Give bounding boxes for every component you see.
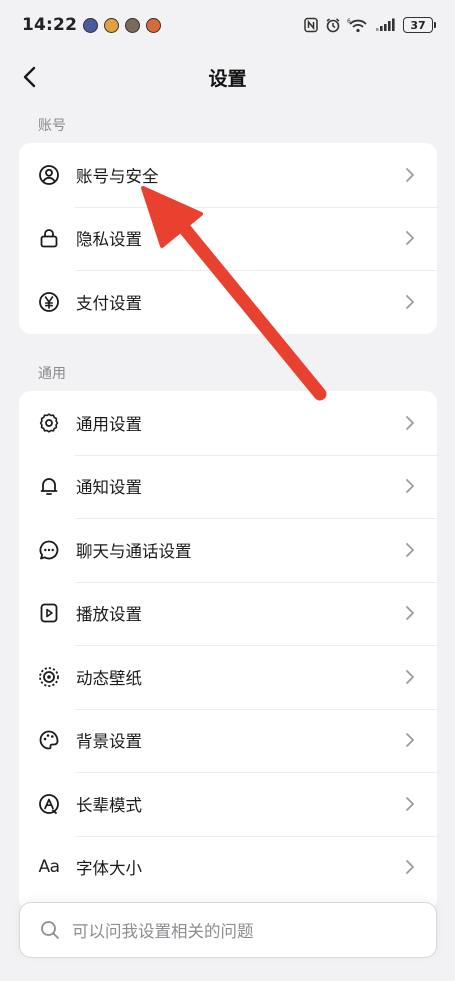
- chevron-right-icon: [405, 478, 417, 494]
- chevron-right-icon: [405, 669, 417, 685]
- settings-item-elder-mode[interactable]: 长辈模式: [19, 772, 437, 836]
- chevron-right-icon: [405, 859, 417, 875]
- cellular-signal-icon: [376, 18, 395, 31]
- notification-app-icon: [83, 17, 99, 33]
- notification-app-icon: [104, 17, 120, 33]
- chevron-right-icon: [405, 732, 417, 748]
- chevron-right-icon: [405, 796, 417, 812]
- chevron-right-icon: [405, 605, 417, 621]
- back-arrow-icon: [23, 66, 36, 88]
- settings-item-label: 通用设置: [76, 414, 142, 434]
- settings-item-label: 背景设置: [76, 732, 142, 752]
- status-right: 6 37: [303, 17, 436, 33]
- alarm-icon: [326, 18, 340, 33]
- settings-item-label: 动态壁纸: [76, 668, 142, 688]
- chevron-right-icon: [405, 230, 417, 246]
- status-time: 14:22: [22, 15, 78, 35]
- settings-item-font-size[interactable]: Aa 字体大小: [19, 835, 437, 900]
- settings-item-general[interactable]: 通用设置: [19, 391, 437, 455]
- gear-icon: [38, 412, 60, 434]
- settings-item-label: 通知设置: [76, 478, 142, 498]
- settings-item-background[interactable]: 背景设置: [19, 708, 437, 773]
- palette-icon: [38, 729, 60, 751]
- settings-item-live-wallpaper[interactable]: 动态壁纸: [19, 645, 437, 709]
- settings-item-label: 支付设置: [76, 293, 142, 313]
- settings-item-privacy[interactable]: 隐私设置: [19, 206, 437, 271]
- search-placeholder: 可以问我设置相关的问题: [72, 922, 254, 941]
- settings-item-label: 账号与安全: [76, 166, 159, 186]
- general-settings-card: 通用设置 通知设置 聊天与通话设置 播放设置 动态壁纸 背景设置 长辈模式 Aa…: [19, 391, 437, 911]
- nav-bar: 设置: [0, 52, 455, 102]
- settings-item-account-security[interactable]: 账号与安全: [19, 143, 437, 207]
- user-circle-icon: [38, 164, 60, 186]
- settings-item-payment[interactable]: 支付设置: [19, 270, 437, 334]
- section-label-account: 账号: [38, 118, 66, 134]
- status-left: 14:22: [22, 15, 162, 35]
- svg-text:6: 6: [347, 18, 351, 25]
- battery-indicator: 37: [403, 17, 436, 33]
- search-icon: [41, 921, 59, 939]
- back-button[interactable]: [14, 62, 44, 92]
- page-title: 设置: [208, 67, 247, 90]
- font-size-icon: Aa: [38, 856, 60, 878]
- chevron-right-icon: [405, 167, 417, 183]
- elder-mode-icon: [38, 793, 60, 815]
- notification-app-icon: [125, 17, 141, 33]
- settings-item-notifications[interactable]: 通知设置: [19, 454, 437, 519]
- notification-app-icon: [146, 17, 162, 33]
- yuan-icon: [38, 291, 60, 313]
- chevron-right-icon: [405, 294, 417, 310]
- account-settings-card: 账号与安全 隐私设置 支付设置: [19, 143, 437, 334]
- section-label-general: 通用: [38, 366, 66, 382]
- settings-item-chat-calls[interactable]: 聊天与通话设置: [19, 518, 437, 582]
- live-wallpaper-icon: [38, 666, 60, 688]
- status-bar: 14:22 6 37: [0, 0, 455, 50]
- settings-search-input[interactable]: 可以问我设置相关的问题: [19, 902, 437, 958]
- settings-item-label: 长辈模式: [76, 795, 142, 815]
- lock-icon: [38, 227, 60, 249]
- settings-item-label: 字体大小: [76, 859, 142, 879]
- wifi-icon: 6: [347, 18, 367, 33]
- chevron-right-icon: [405, 542, 417, 558]
- settings-item-playback[interactable]: 播放设置: [19, 581, 437, 646]
- nfc-icon: [304, 17, 318, 33]
- chevron-right-icon: [405, 415, 417, 431]
- chat-bubble-icon: [38, 539, 60, 561]
- font-size-glyph: Aa: [38, 857, 60, 878]
- settings-item-label: 隐私设置: [76, 230, 142, 250]
- bell-icon: [38, 475, 60, 497]
- settings-item-label: 聊天与通话设置: [76, 541, 192, 561]
- settings-item-label: 播放设置: [76, 605, 142, 625]
- play-frame-icon: [38, 602, 60, 624]
